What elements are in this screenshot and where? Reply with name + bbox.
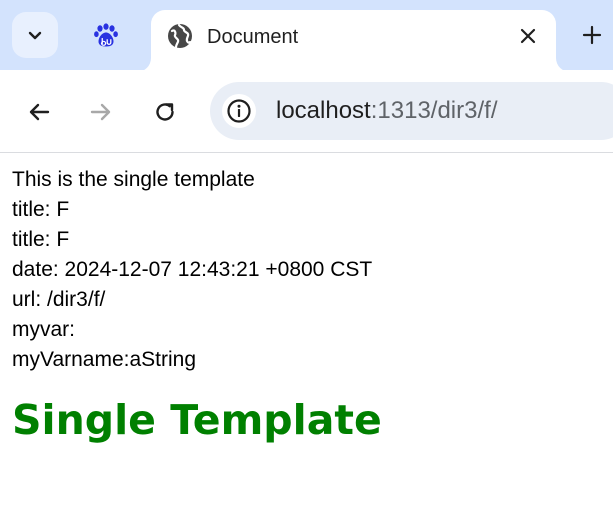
- back-button[interactable]: [19, 92, 59, 132]
- tab-baidu[interactable]: [78, 12, 134, 58]
- tab-search-button[interactable]: [12, 12, 58, 58]
- arrow-left-icon: [27, 100, 51, 124]
- plus-icon: [582, 25, 602, 45]
- address-bar[interactable]: localhost:1313/dir3/f/: [210, 82, 613, 140]
- title-line: title: F: [12, 198, 70, 221]
- baidu-paw-icon: [93, 22, 119, 48]
- tab-strip: Document: [0, 0, 613, 72]
- page-content: This is the single template title: F tit…: [12, 165, 602, 448]
- forward-button[interactable]: [81, 92, 121, 132]
- url-text[interactable]: localhost:1313/dir3/f/: [276, 96, 497, 126]
- title-line: title: F: [12, 228, 70, 251]
- myvar-line: myvar:: [12, 318, 75, 341]
- toolbar: localhost:1313/dir3/f/: [0, 70, 613, 152]
- close-tab-button[interactable]: [514, 22, 542, 50]
- tab-document[interactable]: Document: [151, 10, 556, 72]
- date-line: date: 2024-12-07 12:43:21 +0800 CST: [12, 258, 373, 281]
- browser-window: Document localhost:1313/dir3/f/ This is …: [0, 0, 613, 529]
- globe-icon: [167, 23, 193, 49]
- new-tab-button[interactable]: [574, 17, 610, 53]
- template-intro: This is the single template: [12, 168, 255, 191]
- url-host: localhost: [276, 97, 371, 124]
- site-info-button[interactable]: [222, 94, 256, 128]
- page-heading: Single Template: [12, 396, 382, 444]
- arrow-right-icon: [89, 100, 113, 124]
- url-path: :1313/dir3/f/: [370, 97, 498, 124]
- reload-button[interactable]: [145, 92, 185, 132]
- chevron-down-icon: [26, 26, 44, 44]
- myvarname-line: myVarname:aString: [12, 348, 197, 371]
- reload-icon: [153, 100, 177, 124]
- tab-title: Document: [207, 26, 299, 48]
- toolbar-divider: [0, 152, 613, 153]
- info-icon: [226, 98, 252, 124]
- close-icon: [520, 28, 536, 44]
- url-line: url: /dir3/f/: [12, 288, 106, 311]
